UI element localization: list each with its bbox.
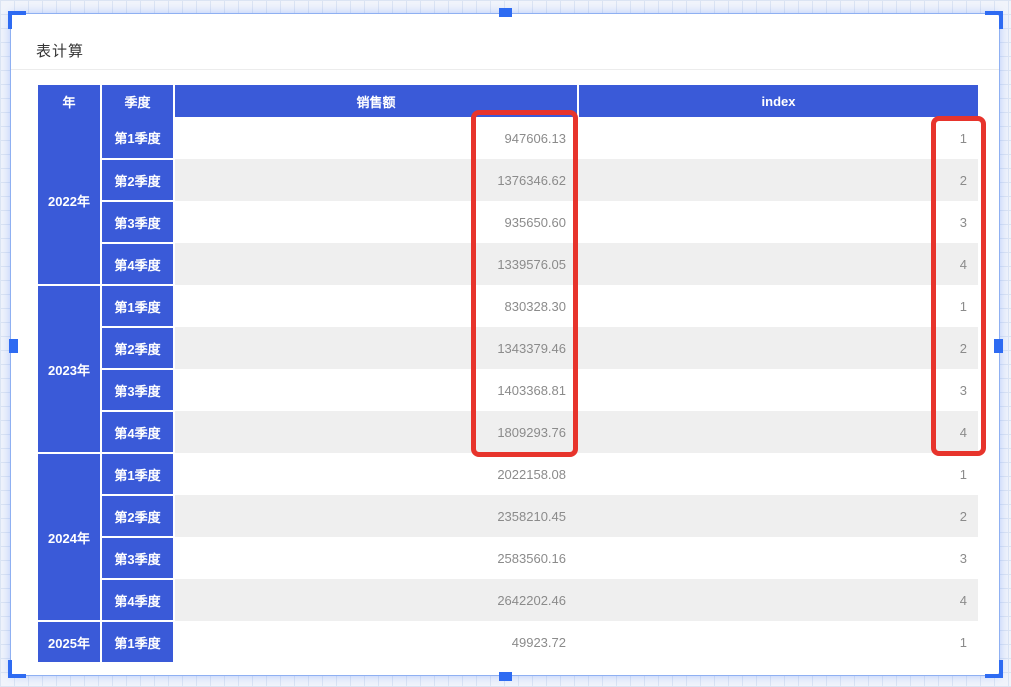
index-value-cell: 4 [578, 411, 978, 453]
sales-value-cell: 1376346.62 [174, 159, 578, 201]
quarter-cell[interactable]: 第2季度 [101, 327, 174, 369]
calculation-table: 年 季度 销售额 index 2022年第1季度947606.131第2季度13… [38, 85, 978, 664]
index-value-cell: 1 [578, 621, 978, 663]
table-row: 2023年第1季度830328.301 [38, 285, 978, 327]
quarter-cell[interactable]: 第3季度 [101, 369, 174, 411]
index-value-cell: 3 [578, 201, 978, 243]
quarter-cell[interactable]: 第2季度 [101, 495, 174, 537]
index-value-cell: 2 [578, 159, 978, 201]
index-value-cell: 3 [578, 369, 978, 411]
year-cell[interactable]: 2022年 [38, 117, 101, 285]
quarter-cell[interactable]: 第3季度 [101, 537, 174, 579]
table-row: 第2季度1376346.622 [38, 159, 978, 201]
title-divider [11, 69, 999, 70]
table-header-row: 年 季度 销售额 index [38, 85, 978, 117]
index-value-cell: 2 [578, 327, 978, 369]
year-cell[interactable]: 2025年 [38, 621, 101, 663]
table-row: 第2季度1343379.462 [38, 327, 978, 369]
header-year[interactable]: 年 [38, 85, 101, 117]
header-quarter[interactable]: 季度 [101, 85, 174, 117]
table-row: 第2季度2358210.452 [38, 495, 978, 537]
header-sales[interactable]: 销售额 [174, 85, 578, 117]
table-row: 第3季度2583560.163 [38, 537, 978, 579]
table-row: 2024年第1季度2022158.081 [38, 453, 978, 495]
index-value-cell: 1 [578, 453, 978, 495]
sales-value-cell: 1403368.81 [174, 369, 578, 411]
table-row: 第4季度1809293.764 [38, 411, 978, 453]
header-index[interactable]: index [578, 85, 978, 117]
quarter-cell[interactable]: 第1季度 [101, 621, 174, 663]
table-row: 2022年第1季度947606.131 [38, 117, 978, 159]
quarter-cell[interactable]: 第2季度 [101, 159, 174, 201]
index-value-cell: 1 [578, 285, 978, 327]
year-cell[interactable]: 2024年 [38, 453, 101, 621]
index-value-cell: 3 [578, 537, 978, 579]
sales-value-cell: 49923.72 [174, 621, 578, 663]
sales-value-cell: 2358210.45 [174, 495, 578, 537]
sales-value-cell: 2022158.08 [174, 453, 578, 495]
table-widget-card[interactable]: 表计算 年 季度 销售额 index 2022年第1季度947606.131第2… [10, 13, 1000, 676]
sales-value-cell: 1339576.05 [174, 243, 578, 285]
index-value-cell: 4 [578, 243, 978, 285]
sales-value-cell: 947606.13 [174, 117, 578, 159]
index-value-cell: 2 [578, 495, 978, 537]
table-row: 第3季度1403368.813 [38, 369, 978, 411]
widget-title: 表计算 [36, 40, 84, 61]
sales-value-cell: 1343379.46 [174, 327, 578, 369]
table-row: 2025年第1季度49923.721 [38, 621, 978, 663]
quarter-cell[interactable]: 第4季度 [101, 579, 174, 621]
resize-handle-bottom[interactable] [499, 672, 512, 681]
table-row: 第4季度1339576.054 [38, 243, 978, 285]
sales-value-cell: 1809293.76 [174, 411, 578, 453]
resize-handle-right[interactable] [994, 339, 1003, 353]
dashboard-canvas: 表计算 年 季度 销售额 index 2022年第1季度947606.131第2… [0, 0, 1011, 687]
quarter-cell[interactable]: 第4季度 [101, 243, 174, 285]
table-row: 第4季度2642202.464 [38, 579, 978, 621]
quarter-cell[interactable]: 第3季度 [101, 201, 174, 243]
sales-value-cell: 2583560.16 [174, 537, 578, 579]
sales-value-cell: 830328.30 [174, 285, 578, 327]
index-value-cell: 4 [578, 579, 978, 621]
sales-value-cell: 2642202.46 [174, 579, 578, 621]
quarter-cell[interactable]: 第1季度 [101, 453, 174, 495]
sales-value-cell: 935650.60 [174, 201, 578, 243]
year-cell[interactable]: 2023年 [38, 285, 101, 453]
quarter-cell[interactable]: 第1季度 [101, 285, 174, 327]
quarter-cell[interactable]: 第1季度 [101, 117, 174, 159]
resize-handle-left[interactable] [9, 339, 18, 353]
index-value-cell: 1 [578, 117, 978, 159]
quarter-cell[interactable]: 第4季度 [101, 411, 174, 453]
table-body: 2022年第1季度947606.131第2季度1376346.622第3季度93… [38, 117, 978, 663]
resize-handle-top[interactable] [499, 8, 512, 17]
table-row: 第3季度935650.603 [38, 201, 978, 243]
